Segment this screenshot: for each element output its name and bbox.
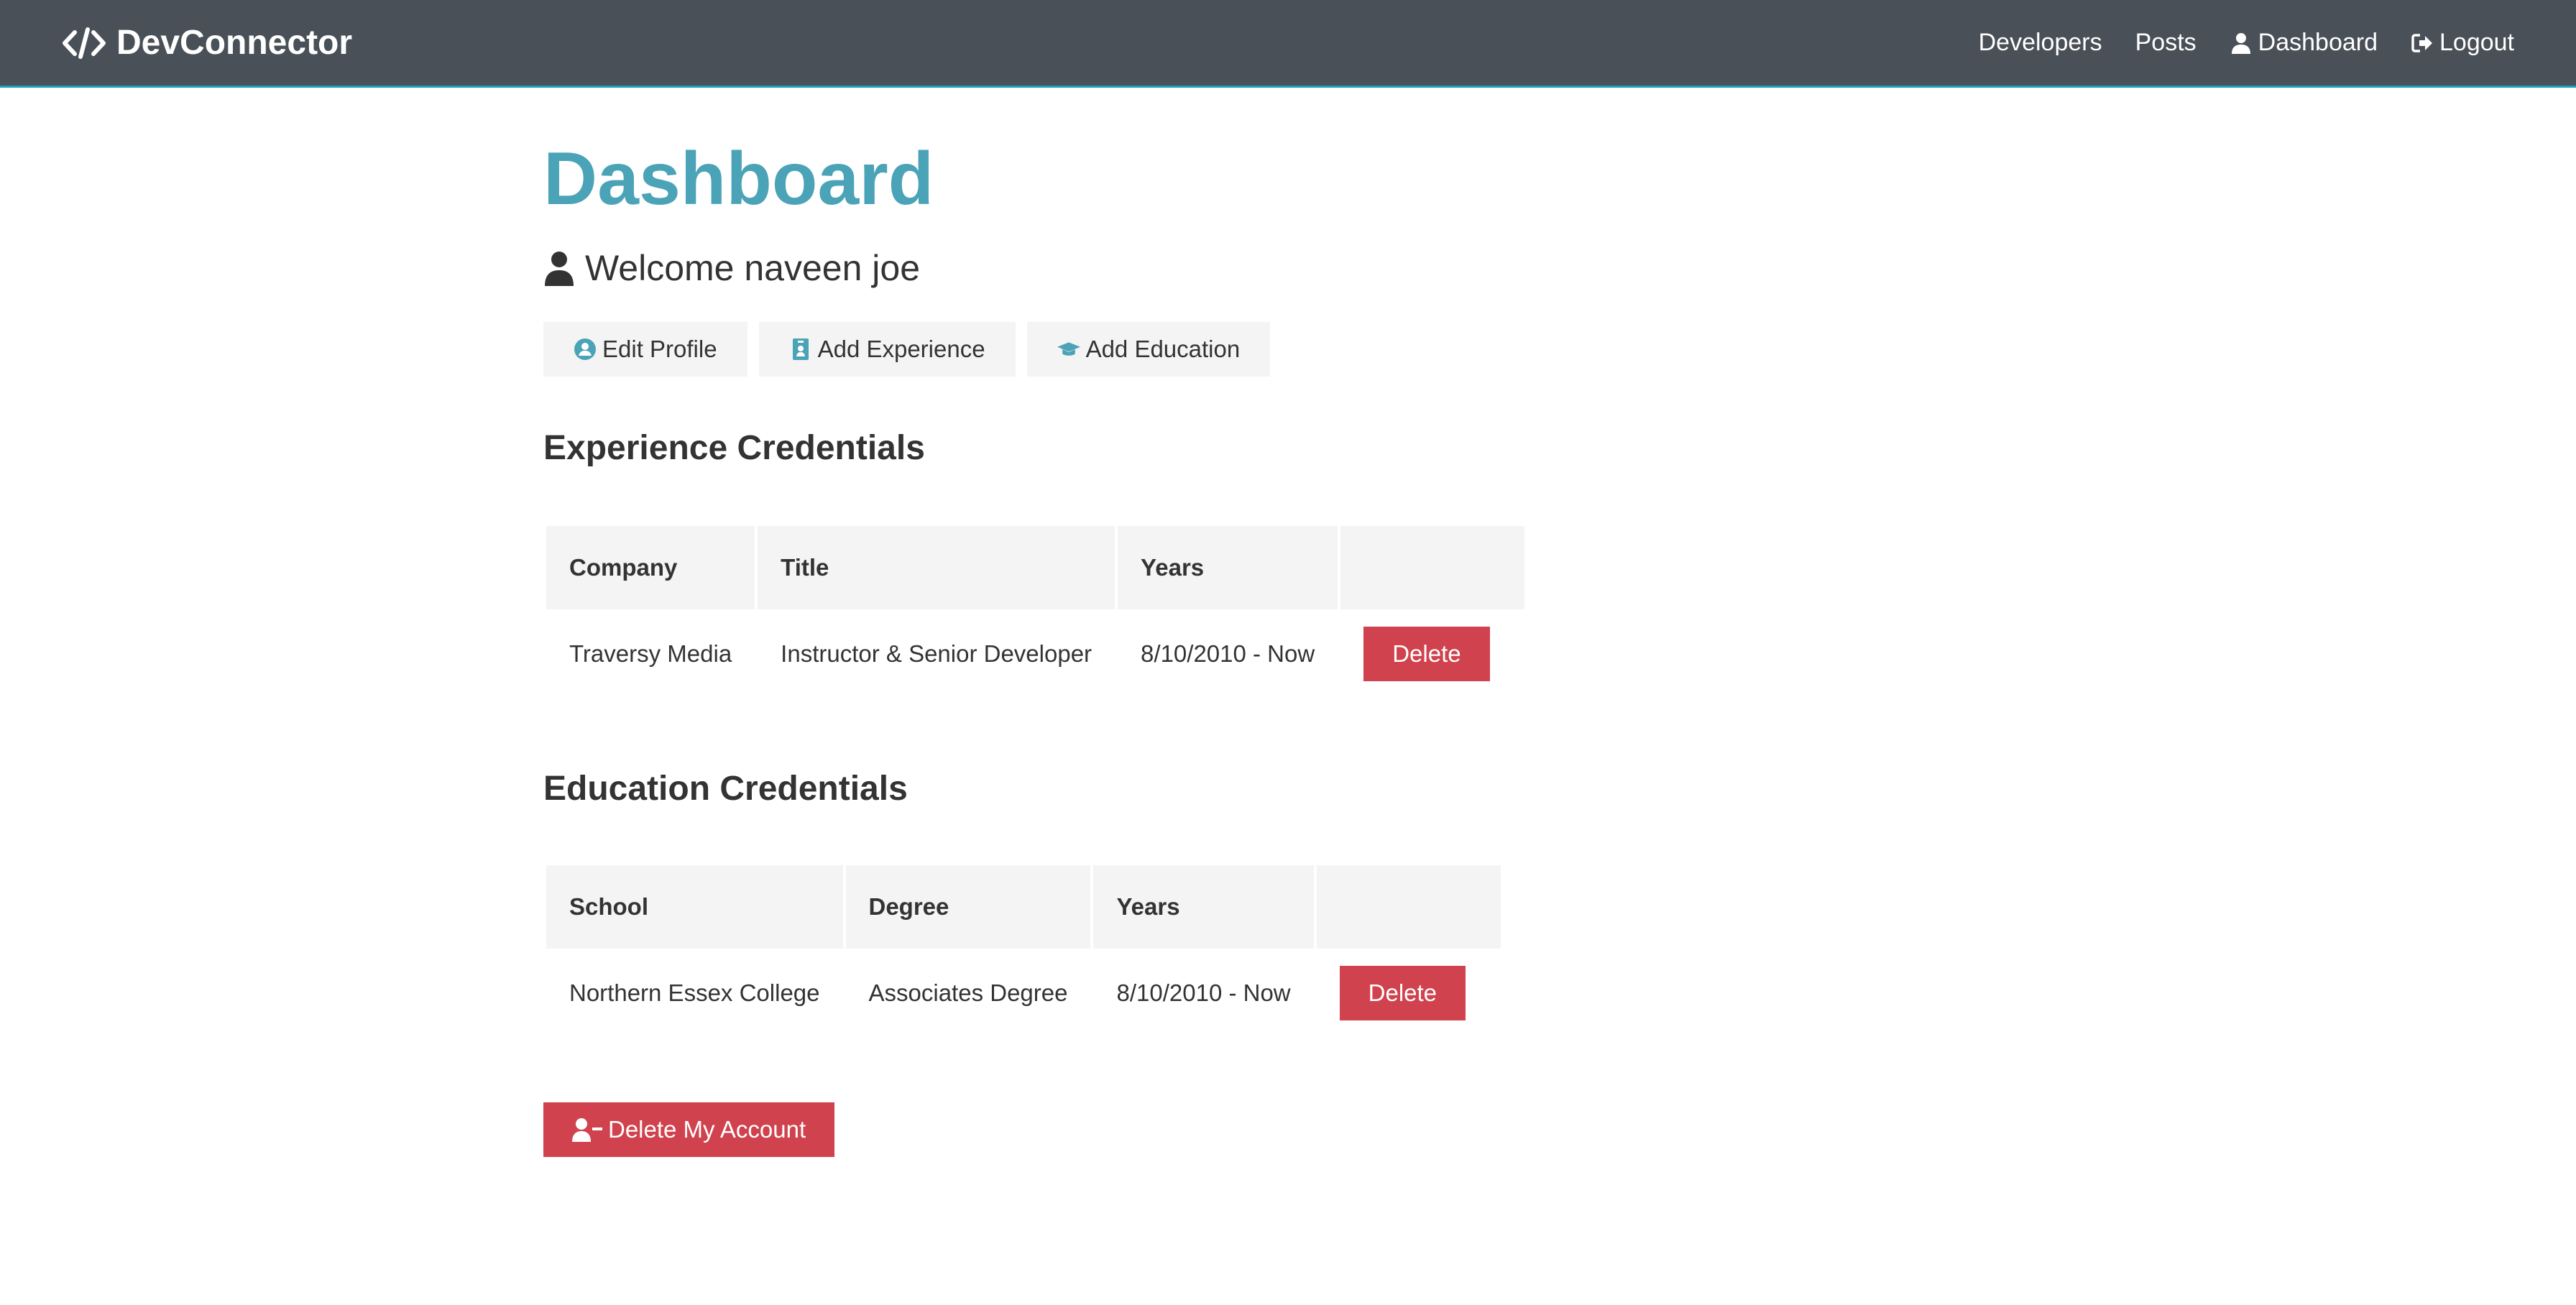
degree-cell: Associates Degree xyxy=(868,979,1068,1006)
nav-dashboard[interactable]: Dashboard xyxy=(2230,29,2378,57)
nav-posts[interactable]: Posts xyxy=(2135,29,2196,57)
table-row: Traversy Media Instructor & Senior Devel… xyxy=(546,612,1524,696)
welcome-text: Welcome naveen joe xyxy=(585,248,921,288)
education-heading: Education Credentials xyxy=(543,770,908,808)
code-icon xyxy=(63,27,106,59)
education-table: School Degree Years Northern Essex Colle… xyxy=(543,862,1504,1038)
table-header-row: Company Title Years xyxy=(546,526,1525,609)
column-header: Years xyxy=(1118,526,1338,609)
graduation-cap-icon xyxy=(1057,342,1080,356)
title-cell: Instructor & Senior Developer xyxy=(781,640,1092,667)
nav-developers[interactable]: Developers xyxy=(1979,29,2102,57)
nav-links: Developers Posts Dashboard Logout xyxy=(1946,29,2514,57)
column-header: Company xyxy=(546,526,755,609)
navbar: DevConnector Developers Posts Dashboard … xyxy=(0,0,2576,88)
brand-link[interactable]: DevConnector xyxy=(62,23,352,63)
column-header: Title xyxy=(758,526,1116,609)
experience-heading: Experience Credentials xyxy=(543,429,925,467)
nav-dashboard-label: Dashboard xyxy=(2258,29,2378,56)
sign-out-icon xyxy=(2411,33,2432,52)
user-minus-icon xyxy=(572,1118,602,1142)
school-cell: Northern Essex College xyxy=(569,979,820,1006)
user-icon xyxy=(2231,32,2250,54)
add-education-button[interactable]: Add Education xyxy=(1026,322,1271,377)
company-cell: Traversy Media xyxy=(569,640,732,667)
nav-logout[interactable]: Logout xyxy=(2411,29,2514,57)
years-cell: 8/10/2010 - Now xyxy=(1141,640,1315,667)
table-row: Northern Essex College Associates Degree… xyxy=(546,951,1501,1035)
years-cell: 8/10/2010 - Now xyxy=(1116,979,1291,1006)
edit-profile-button[interactable]: Edit Profile xyxy=(543,322,748,377)
nav-logout-label: Logout xyxy=(2439,29,2514,56)
welcome-message: Welcome naveen joe xyxy=(543,247,920,289)
add-experience-button[interactable]: Add Experience xyxy=(758,322,1016,377)
dashboard-actions: Edit Profile Add Experience Add Educatio… xyxy=(543,322,1282,377)
id-badge-icon xyxy=(792,338,809,360)
table-header-row: School Degree Years xyxy=(546,865,1501,949)
delete-account-button[interactable]: Delete My Account xyxy=(543,1102,835,1157)
add-education-label: Add Education xyxy=(1085,336,1241,362)
column-header xyxy=(1340,526,1525,609)
edit-profile-label: Edit Profile xyxy=(602,336,717,362)
experience-table: Company Title Years Traversy Media Instr… xyxy=(543,523,1527,698)
page-title: Dashboard xyxy=(543,137,934,221)
add-experience-label: Add Experience xyxy=(817,336,985,362)
brand-name: DevConnector xyxy=(116,24,353,62)
column-header xyxy=(1316,865,1501,949)
delete-education-button[interactable]: Delete xyxy=(1339,966,1466,1020)
user-circle-icon xyxy=(574,338,596,360)
action-cell: Delete xyxy=(1340,612,1524,696)
column-header: Years xyxy=(1093,865,1314,949)
action-cell: Delete xyxy=(1317,951,1501,1035)
user-icon xyxy=(545,252,574,286)
column-header: Degree xyxy=(845,865,1091,949)
delete-experience-button[interactable]: Delete xyxy=(1363,627,1490,681)
delete-account-label: Delete My Account xyxy=(608,1116,806,1143)
column-header: School xyxy=(546,865,843,949)
